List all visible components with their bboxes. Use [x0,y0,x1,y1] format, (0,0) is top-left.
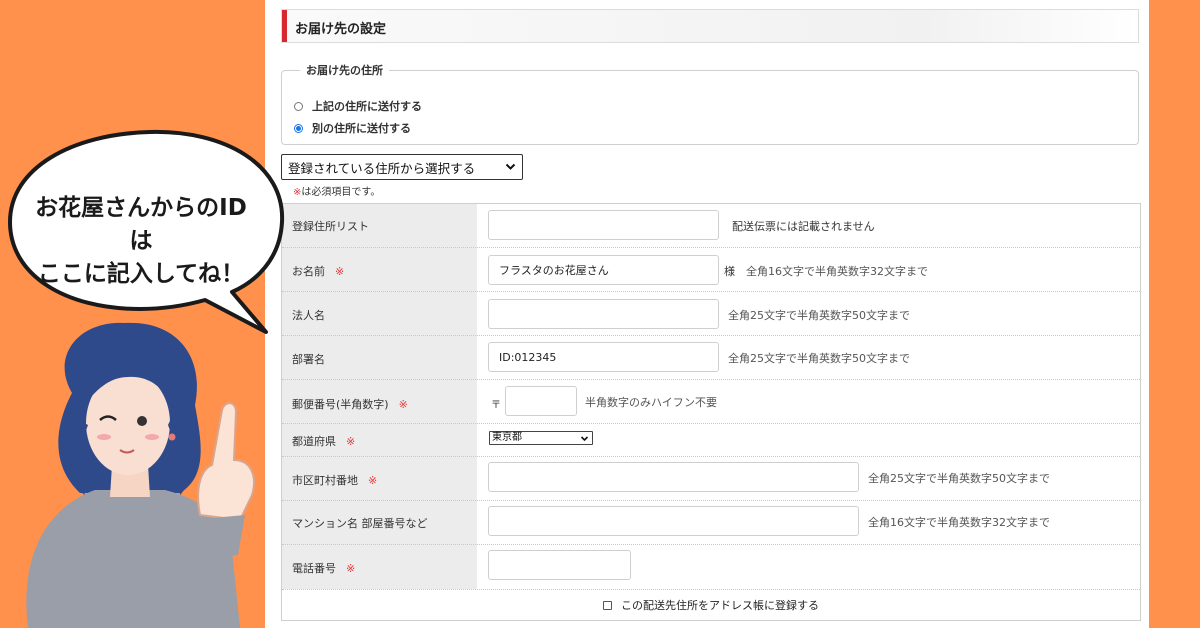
registered-address-select-value: 登録されている住所から選択する [288,160,476,176]
city-input[interactable] [488,462,859,492]
form-row-building: マンション名 部屋番号など 全角16文字で半角英数字32文字まで [282,501,1140,545]
name-suffix: 様 [724,265,735,278]
address-list-input[interactable] [488,210,719,240]
prefecture-select-value: 東京都 [492,432,522,443]
address-form-table: 登録住所リスト 配送伝票には記載されません お名前 ※ フラスタのお花屋さん 様 … [281,203,1141,621]
save-address-option[interactable]: この配送先住所をアドレス帳に登録する [282,590,1140,620]
radio-label-other-address: 別の住所に送付する [312,122,411,135]
required-mark: ※ [398,398,408,411]
prefecture-select[interactable]: 東京都 [489,431,593,445]
company-hint: 全角25文字で半角英数字50文字まで [728,309,910,322]
required-mark: ※ [346,435,356,448]
building-input[interactable] [488,506,859,536]
radio-option-same-address[interactable]: 上記の住所に送付する [294,98,422,114]
company-input[interactable] [488,299,719,329]
form-row-phone: 電話番号 ※ [282,545,1140,590]
prefecture-label: 都道府県 ※ [292,435,356,448]
save-address-checkbox[interactable] [603,600,612,610]
section-title: お届け先の設定 [295,22,387,37]
radio-option-other-address[interactable]: 別の住所に送付する [294,120,411,136]
registered-address-select[interactable]: 登録されている住所から選択する [281,154,523,180]
department-input[interactable]: ID:012345 [488,342,719,372]
radio-label-same-address: 上記の住所に送付する [312,100,422,113]
chevron-down-icon [505,163,516,170]
building-hint: 全角16文字で半角英数字32文字まで [868,516,1050,529]
building-label: マンション名 部屋番号など [292,517,428,530]
form-row-name: お名前 ※ フラスタのお花屋さん 様 全角16文字で半角英数字32文字まで [282,248,1140,292]
department-input-value: ID:012345 [499,350,557,364]
form-row-postal: 郵便番号(半角数字) ※ 〒 半角数字のみハイフン不要 [282,380,1140,424]
save-address-label: この配送先住所をアドレス帳に登録する [621,599,819,612]
phone-label: 電話番号 ※ [292,562,356,575]
department-label: 部署名 [292,353,325,366]
speech-bubble-text: お花屋さんからのIDは ここに記入してね！ [28,192,254,291]
woman-pointing-illustration [26,322,255,628]
form-row-city: 市区町村番地 ※ 全角25文字で半角英数字50文字まで [282,457,1140,501]
shipping-form-panel: お届け先の設定 お届け先の住所 上記の住所に送付する 別の住所に送付する 登録さ… [265,0,1149,628]
form-row-address-list: 登録住所リスト 配送伝票には記載されません [282,204,1140,248]
postal-label: 郵便番号(半角数字) ※ [292,398,408,411]
required-mark: ※ [368,474,378,487]
city-hint: 全角25文字で半角英数字50文字まで [868,472,1050,485]
postal-input[interactable] [505,386,577,416]
name-hint: 全角16文字で半角英数字32文字まで [746,265,928,278]
name-input-value: フラスタのお花屋さん [499,264,609,277]
form-row-prefecture: 都道府県 ※ 東京都 [282,424,1140,457]
delivery-address-legend: お届け先の住所 [306,64,383,77]
postal-hint: 半角数字のみハイフン不要 [585,396,717,409]
address-list-label: 登録住所リスト [292,220,369,233]
required-note-text: は必須項目です。 [301,187,381,198]
city-label: 市区町村番地 ※ [292,474,378,487]
speech-bubble-line2: ここに記入してね！ [37,261,245,287]
form-row-company: 法人名 全角25文字で半角英数字50文字まで [282,292,1140,336]
form-row-department: 部署名 ID:012345 全角25文字で半角英数字50文字まで [282,336,1140,380]
speech-bubble: お花屋さんからのIDは ここに記入してね！ [0,110,300,340]
speech-bubble-line1: お花屋さんからのIDは [35,195,247,254]
section-accent-bar [282,10,287,42]
delivery-address-group: お届け先の住所 上記の住所に送付する 別の住所に送付する [281,62,1139,145]
required-mark: ※ [346,562,356,575]
section-header: お届け先の設定 [281,9,1139,43]
chevron-down-icon [580,436,589,442]
postal-mark: 〒 [491,400,501,411]
name-input[interactable]: フラスタのお花屋さん [488,255,719,285]
address-list-hint: 配送伝票には記載されません [732,220,875,233]
required-note: ※は必須項目です。 [293,183,380,198]
required-mark: ※ [335,265,345,278]
phone-input[interactable] [488,550,631,580]
department-hint: 全角25文字で半角英数字50文字まで [728,352,910,365]
